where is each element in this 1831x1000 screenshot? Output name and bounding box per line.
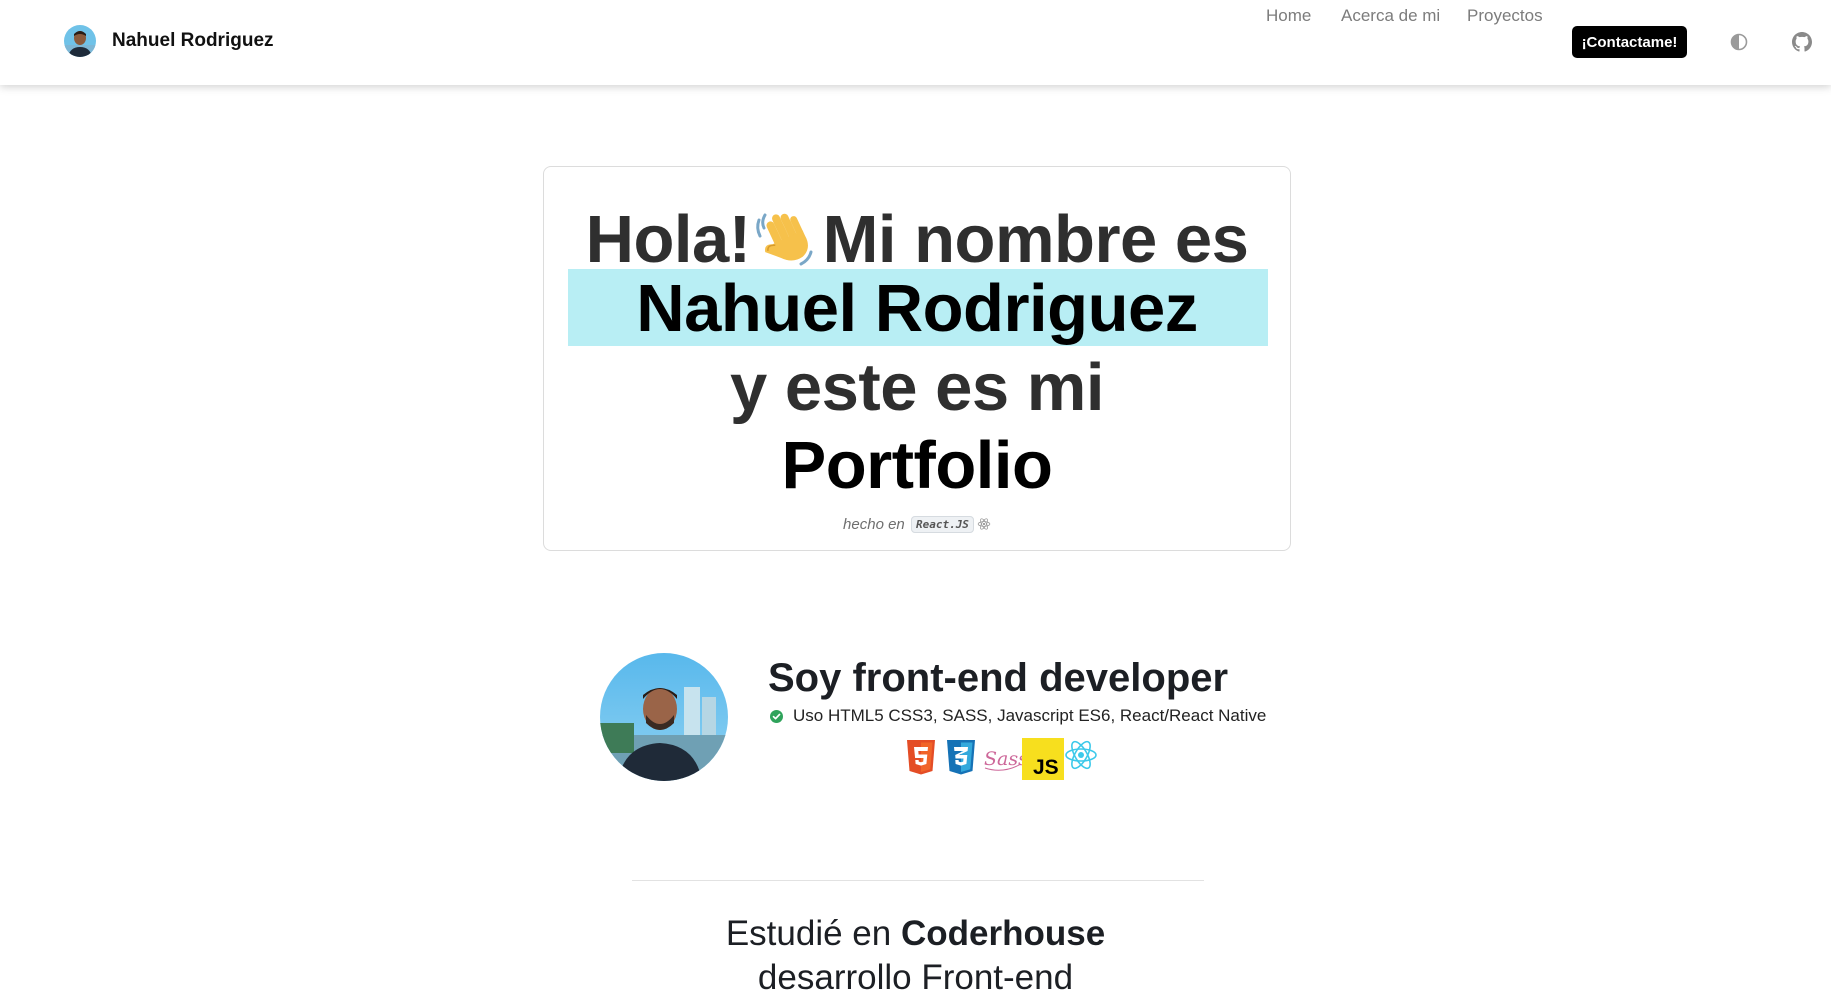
- studies-heading: Estudié en Coderhouse desarrollo Front-e…: [0, 912, 1831, 1000]
- check-circle-icon: [770, 709, 783, 723]
- waving-hand-icon: [755, 213, 813, 266]
- navbar: Nahuel Rodriguez Home Acerca de mi Proye…: [0, 0, 1831, 85]
- svg-text:Sass: Sass: [984, 748, 1023, 770]
- html5-icon: [907, 740, 935, 775]
- react-code-badge: React.JS: [910, 516, 974, 533]
- github-icon[interactable]: [1792, 32, 1812, 52]
- skills-line: Uso HTML5 CSS3, SASS, Javascript ES6, Re…: [770, 706, 1266, 726]
- made-with: hecho en React.JS: [544, 516, 1290, 533]
- theme-toggle-icon[interactable]: [1730, 33, 1748, 51]
- brand-avatar: [64, 25, 96, 57]
- react-icon: [1065, 740, 1097, 770]
- brand-name: Nahuel Rodriguez: [112, 30, 274, 51]
- studies-school: Coderhouse: [900, 914, 1106, 953]
- hero-greeting-name-intro: Mi nombre es: [822, 202, 1249, 277]
- made-with-label: hecho en: [843, 516, 905, 533]
- contact-button[interactable]: ¡Contactame!: [1572, 26, 1687, 58]
- section-divider: [632, 880, 1204, 881]
- profile-photo: [600, 653, 728, 781]
- skills-text: Uso HTML5 CSS3, SASS, Javascript ES6, Re…: [793, 706, 1267, 725]
- nav-link-home[interactable]: Home: [1266, 6, 1311, 26]
- hero-card: Hola! Mi nombre es Nahuel Rodriguez y es…: [543, 166, 1291, 551]
- sass-icon: Sass: [984, 748, 1023, 771]
- nav-link-projects[interactable]: Proyectos: [1467, 6, 1543, 26]
- studies-line2: desarrollo Front-end: [757, 958, 1074, 997]
- nav-link-about[interactable]: Acerca de mi: [1341, 6, 1440, 26]
- about-title: Soy front-end developer: [768, 656, 1229, 700]
- hero-greeting-hello: Hola!: [585, 202, 752, 277]
- javascript-icon: JS: [1022, 738, 1064, 780]
- hero-name: Nahuel Rodriguez: [636, 271, 1198, 346]
- hero-portfolio: Portfolio: [781, 428, 1053, 503]
- brand[interactable]: Nahuel Rodriguez: [64, 25, 274, 57]
- studies-prefix: Estudié en: [725, 914, 892, 953]
- react-atom-icon: [977, 518, 991, 530]
- css3-icon: [947, 740, 975, 775]
- svg-text:JS: JS: [1033, 756, 1059, 779]
- hero-subtitle: y este es mi: [730, 350, 1104, 425]
- hero-greeting: Hola! Mi nombre es: [544, 200, 1290, 280]
